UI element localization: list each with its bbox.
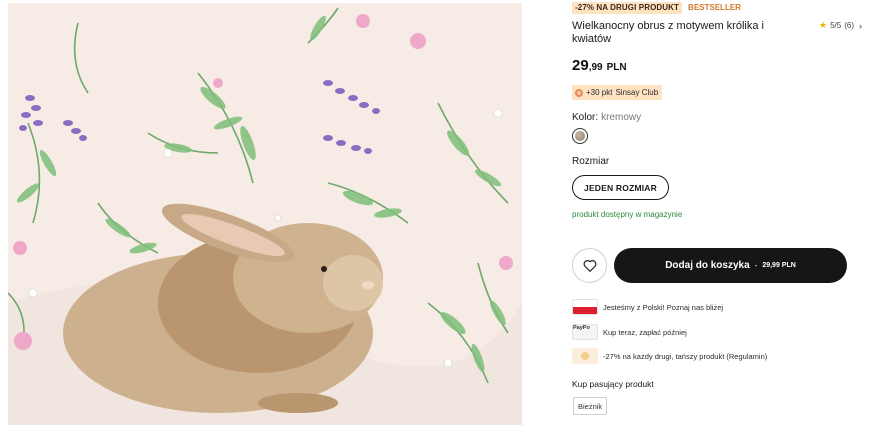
club-points: +30 pkt — [586, 88, 613, 97]
product-badges: -27% NA DRUGI PRODUKT BESTSELLER — [572, 2, 741, 14]
star-icon: ★ — [819, 20, 828, 30]
color-value: kremowy — [601, 112, 642, 123]
product-image[interactable] — [8, 3, 522, 425]
price-currency: PLN — [606, 62, 627, 73]
paypo-logo-icon: PayPo — [572, 324, 598, 340]
product-title: Wielkanocny obrus z motywem królika i kw… — [572, 20, 764, 45]
info-text: Kup teraz, zapłać później — [603, 327, 687, 337]
add-to-cart-button[interactable]: Dodaj do koszyka - 29,99 PLN — [614, 248, 847, 283]
promo-badge: -27% NA DRUGI PRODUKT — [572, 2, 683, 14]
club-points-badge[interactable]: +30 pkt Sinsay Club — [572, 85, 663, 100]
info-text: -27% na każdy drugi, tańszy produkt (Reg… — [603, 351, 768, 361]
club-coin-icon — [575, 88, 583, 97]
poland-flag-icon — [572, 299, 598, 315]
matching-product-label: Kup pasujący produkt — [572, 379, 654, 389]
matching-product-chip[interactable]: Bieżnik — [573, 397, 608, 415]
club-name: Sinsay Club — [615, 88, 659, 97]
promo-coin-icon — [572, 348, 598, 364]
rating-count: (6) — [844, 21, 854, 30]
chevron-right-icon: › — [859, 20, 862, 31]
size-option-button[interactable]: JEDEN ROZMIAR — [572, 175, 669, 200]
wishlist-button[interactable] — [572, 248, 607, 283]
bestseller-badge: BESTSELLER — [688, 3, 741, 12]
rating-value: 5/5 — [830, 21, 842, 30]
product-details-panel: -27% NA DRUGI PRODUKT BESTSELLER Wielkan… — [572, 0, 862, 425]
add-to-cart-price: 29,99 PLN — [762, 262, 796, 269]
swatch-fill — [575, 131, 585, 141]
stock-status: produkt dostępny w magazynie — [572, 210, 683, 219]
info-row-paypo[interactable]: PayPo Kup teraz, zapłać później — [572, 324, 687, 340]
color-label: Kolor: — [572, 112, 599, 123]
heart-icon — [583, 260, 596, 272]
size-label: Rozmiar — [572, 156, 610, 167]
tablecloth-pattern-illustration — [8, 3, 522, 425]
color-swatch-kremowy[interactable] — [572, 128, 588, 144]
rating-summary[interactable]: ★ 5/5 (6) › — [819, 20, 862, 31]
price-decimal: ,99 — [588, 62, 603, 73]
info-text: Jesteśmy z Polski! Poznaj nas bliżej — [603, 302, 724, 312]
add-to-cart-label: Dodaj do koszyka — [665, 260, 750, 271]
info-row-promo[interactable]: -27% na każdy drugi, tańszy produkt (Reg… — [572, 348, 767, 364]
info-row-polish[interactable]: Jesteśmy z Polski! Poznaj nas bliżej — [572, 299, 723, 315]
add-to-cart-separator: - — [754, 261, 758, 270]
color-row: Kolor: kremowy — [572, 112, 641, 123]
price-main: 29 — [572, 57, 589, 74]
product-price: 29 ,99 PLN — [572, 57, 627, 74]
